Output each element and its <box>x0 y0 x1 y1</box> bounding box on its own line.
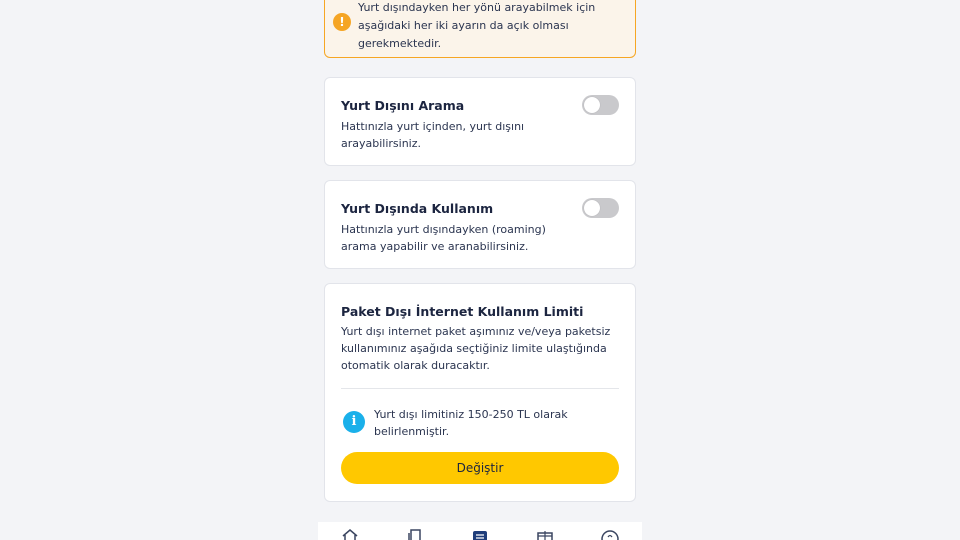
exclamation-icon: ! <box>333 13 351 31</box>
gift-icon[interactable] <box>536 528 554 540</box>
warning-banner: ! Yurt dışındayken her yönü arayabilmek … <box>324 0 636 58</box>
international-calling-description: Hattınızla yurt içinden, yurt dışını ara… <box>341 118 524 152</box>
roaming-title: Yurt Dışında Kullanım <box>341 201 494 216</box>
warning-text-line: gerekmektedir. <box>358 37 442 50</box>
warning-text: Yurt dışındayken her yönü arayabilmek iç… <box>358 0 608 53</box>
bottom-navigation <box>318 522 642 540</box>
documents-icon[interactable] <box>406 528 424 540</box>
warning-text-line: aşağıdaki her iki ayarın da açık olması <box>358 19 569 32</box>
international-calling-toggle[interactable] <box>582 95 619 115</box>
warning-text-line: Yurt dışındayken her yönü arayabilmek iç… <box>358 1 596 14</box>
international-calling-card: Yurt Dışını Arama Hattınızla yurt içinde… <box>324 77 636 166</box>
roaming-description: Hattınızla yurt dışındayken (roaming) ar… <box>341 221 546 255</box>
change-limit-button[interactable]: Değiştir <box>341 452 619 484</box>
info-text-line: Yurt dışı limitiniz 150-250 TL olarak <box>374 408 568 421</box>
info-text-line: belirlenmiştir. <box>374 425 450 438</box>
list-icon[interactable] <box>471 528 489 540</box>
internet-limit-title: Paket Dışı İnternet Kullanım Limiti <box>341 304 584 319</box>
description-line: Hattınızla yurt dışındayken (roaming) <box>341 223 546 236</box>
toggle-knob <box>584 97 600 113</box>
info-icon: i <box>343 411 365 433</box>
roaming-card: Yurt Dışında Kullanım Hattınızla yurt dı… <box>324 180 636 269</box>
description-line: kullanımınız aşağıda seçtiğiniz limite u… <box>341 342 607 355</box>
description-line: Yurt dışı internet paket aşımınız ve/vey… <box>341 325 611 338</box>
description-line: arayabilirsiniz. <box>341 137 422 150</box>
description-line: otomatik olarak duracaktır. <box>341 359 490 372</box>
help-icon[interactable] <box>601 528 619 540</box>
divider <box>341 388 619 389</box>
international-calling-title: Yurt Dışını Arama <box>341 98 465 113</box>
internet-limit-description: Yurt dışı internet paket aşımınız ve/vey… <box>341 323 610 374</box>
internet-limit-card: Paket Dışı İnternet Kullanım Limiti Yurt… <box>324 283 636 502</box>
description-line: Hattınızla yurt içinden, yurt dışını <box>341 120 525 133</box>
limit-info-text: Yurt dışı limitiniz 150-250 TL olarak be… <box>374 406 604 440</box>
description-line: arama yapabilir ve aranabilirsiniz. <box>341 240 529 253</box>
roaming-toggle[interactable] <box>582 198 619 218</box>
home-icon[interactable] <box>341 528 359 540</box>
toggle-knob <box>584 200 600 216</box>
